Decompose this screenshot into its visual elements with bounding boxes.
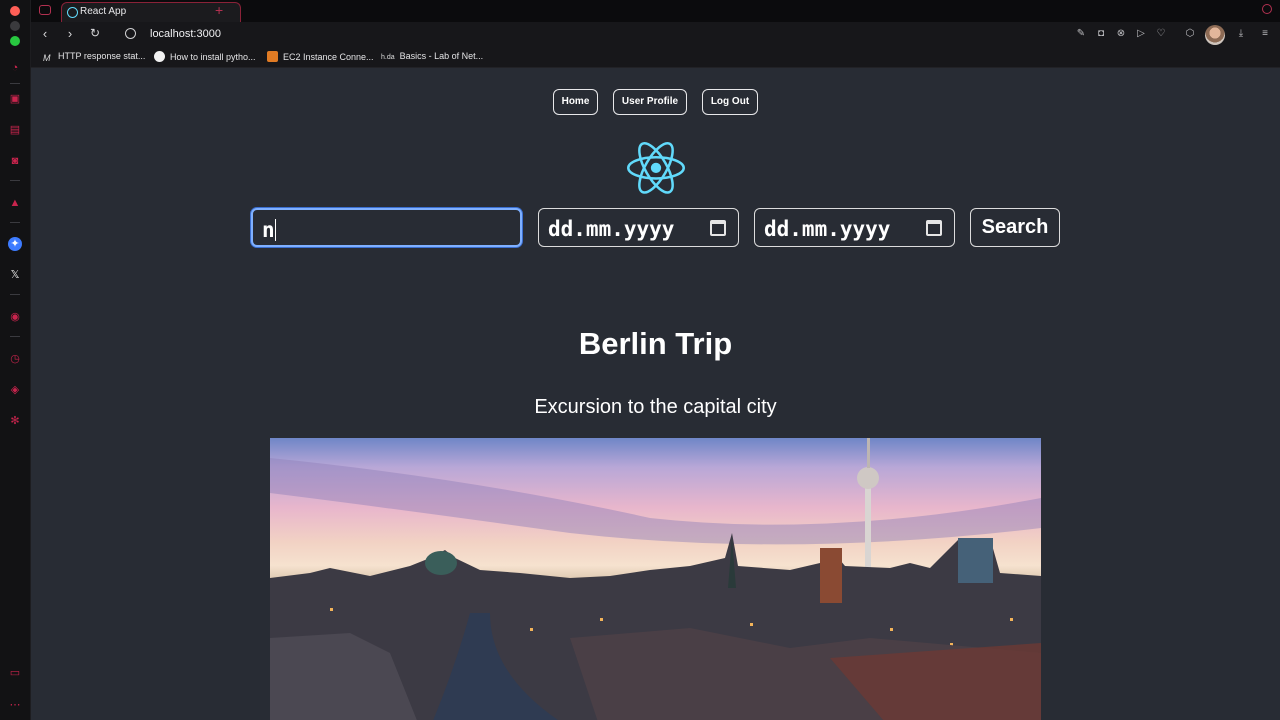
calendar-icon[interactable]: [710, 220, 726, 236]
search-button[interactable]: Search: [970, 208, 1060, 247]
history-icon[interactable]: ◷: [8, 352, 22, 366]
sidebar-divider: [10, 336, 20, 337]
bookmark-item[interactable]: EC2 Instance Conne...: [267, 51, 374, 62]
send-icon[interactable]: ▷: [1135, 28, 1147, 40]
end-date-input[interactable]: dd.mm.yyyy: [754, 208, 955, 247]
tab-search-icon[interactable]: [1262, 4, 1272, 14]
maximize-window-button[interactable]: [10, 36, 20, 46]
skyline-illustration: [270, 438, 1041, 720]
reload-icon[interactable]: ↻: [87, 26, 103, 40]
aria-icon[interactable]: ▲: [8, 196, 22, 210]
bookmark-label: Basics - Lab of Net...: [399, 51, 484, 61]
workspace-icon[interactable]: [39, 5, 51, 15]
react-app: Home User Profile Log Out n dd.mm.yyyy d…: [31, 68, 1280, 720]
twitch-icon[interactable]: ▤: [8, 123, 22, 137]
close-window-button[interactable]: [10, 6, 20, 16]
bookmark-item[interactable]: M HTTP response stat...: [43, 51, 145, 64]
menu-icon[interactable]: ≡: [1259, 28, 1271, 40]
text-caret: [274, 219, 277, 241]
search-input[interactable]: n: [251, 208, 522, 247]
sidebar-divider: [10, 222, 20, 223]
instagram-icon[interactable]: ◙: [8, 154, 22, 168]
aws-icon: [267, 51, 278, 62]
react-logo-icon: [627, 142, 685, 194]
browser-sidebar: ◔ ▣ ▤ ◙ ▲ ✦ 𝕏 ◉ ◷ ◈ ✻ ▭ ⋯: [0, 0, 31, 720]
download-icon[interactable]: ⤓: [1235, 28, 1247, 40]
vpn-icon[interactable]: ⊗: [1115, 28, 1127, 40]
berlin-skyline-image: [270, 438, 1041, 720]
mdn-icon: M: [43, 53, 51, 63]
start-date-input[interactable]: dd.mm.yyyy: [538, 208, 739, 247]
sidebar-divider: [10, 294, 20, 295]
start-date-placeholder: dd.mm.yyyy: [548, 217, 675, 241]
end-date-placeholder: dd.mm.yyyy: [764, 217, 891, 241]
sidebar-setup-icon[interactable]: ▭: [8, 666, 22, 680]
react-favicon-icon: [67, 7, 78, 18]
tab-strip: React App +: [31, 0, 1280, 22]
address-toolbar: ‹ › ↻ localhost:3000 ✎ ◘ ⊗ ▷ ♡ ⬡ ⤓ ≡: [31, 22, 1280, 47]
trip-title: Berlin Trip: [578, 326, 733, 361]
player-icon[interactable]: ◉: [8, 310, 22, 324]
minimize-window-button[interactable]: [10, 21, 20, 31]
back-arrow-icon[interactable]: ‹: [37, 26, 53, 41]
hda-icon: h.da: [381, 54, 395, 61]
sidebar-divider: [10, 180, 20, 181]
bookmarks-bar: M HTTP response stat... How to install py…: [31, 47, 1280, 68]
user-profile-button[interactable]: User Profile: [613, 89, 687, 115]
settings-icon[interactable]: ✻: [8, 414, 22, 428]
github-icon: [154, 51, 165, 62]
home-button[interactable]: Home: [553, 89, 598, 115]
forward-arrow-icon[interactable]: ›: [62, 26, 78, 41]
cube-icon[interactable]: ⬡: [1184, 28, 1196, 40]
bookmark-item[interactable]: How to install pytho...: [154, 51, 256, 62]
trip-subtitle: Excursion to the capital city: [534, 396, 777, 418]
profile-avatar[interactable]: [1205, 25, 1225, 45]
new-tab-plus-icon[interactable]: +: [215, 2, 223, 18]
more-icon[interactable]: ⋯: [8, 698, 22, 712]
shopping-icon[interactable]: ▣: [8, 92, 22, 106]
camera-icon[interactable]: ◘: [1095, 28, 1107, 40]
site-info-globe-icon[interactable]: [125, 28, 136, 39]
sidebar-divider: [10, 83, 20, 84]
x-icon[interactable]: 𝕏: [8, 268, 22, 282]
heart-icon[interactable]: ♡: [1155, 28, 1167, 40]
search-input-value: n: [262, 218, 275, 242]
messenger-icon[interactable]: ✦: [8, 237, 22, 251]
edit-icon[interactable]: ✎: [1075, 28, 1087, 40]
speed-dial-icon[interactable]: ◔: [8, 61, 22, 75]
bookmark-label: How to install pytho...: [170, 52, 256, 62]
bookmark-label: EC2 Instance Conne...: [283, 52, 374, 62]
calendar-icon[interactable]: [926, 220, 942, 236]
url-field[interactable]: localhost:3000: [150, 28, 221, 40]
bookmark-item[interactable]: h.da Basics - Lab of Net...: [381, 51, 483, 61]
tab-title: React App: [80, 6, 127, 17]
extensions-icon[interactable]: ◈: [8, 383, 22, 397]
tab-react-app[interactable]: React App: [61, 2, 241, 22]
bookmark-label: HTTP response stat...: [58, 51, 146, 61]
log-out-button[interactable]: Log Out: [702, 89, 758, 115]
